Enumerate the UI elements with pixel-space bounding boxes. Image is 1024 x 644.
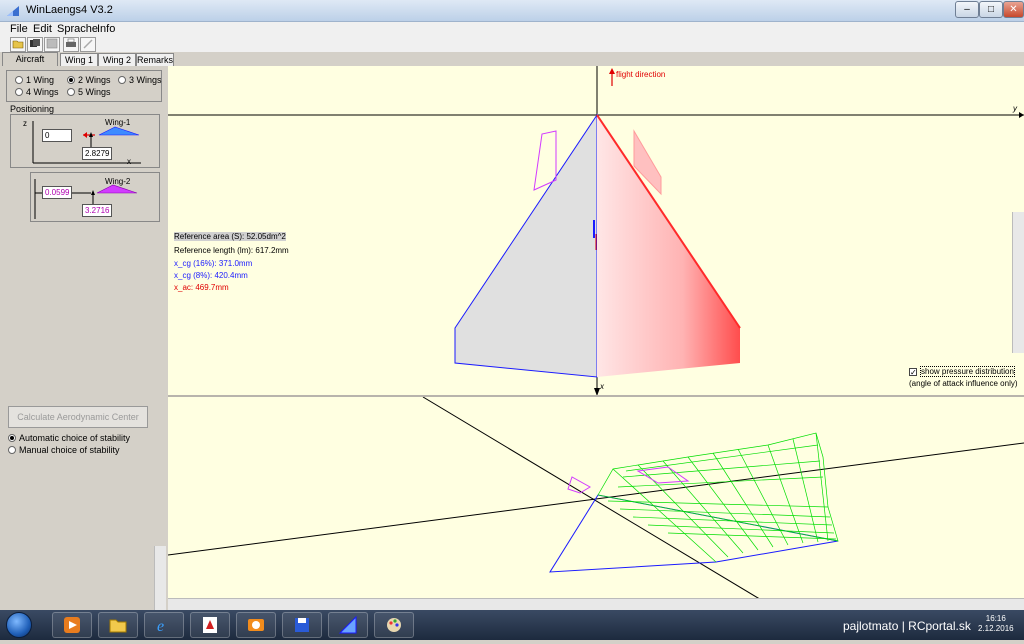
wing1-x-input[interactable]: 2.8279 — [82, 147, 112, 160]
minimize-button[interactable]: – — [955, 1, 979, 18]
save-icon[interactable] — [44, 37, 60, 52]
pressure-note: (angle of attack influence only) — [909, 379, 1018, 388]
radio-manual-stability[interactable]: Manual choice of stability — [8, 445, 120, 455]
pressure-distribution-right — [597, 115, 740, 377]
title-bar: WinLaengs4 V3.2 – □ ✕ — [0, 0, 1024, 22]
y-axis-label: y — [1013, 104, 1017, 113]
radio-circle — [8, 434, 16, 442]
flight-direction-label: flight direction — [616, 70, 666, 79]
wing2-x-input[interactable]: 3.2716 — [82, 204, 112, 217]
radio-5-wings[interactable]: 5 Wings — [67, 87, 111, 97]
x-cg-8-text: x_cg (8%): 420.4mm — [174, 271, 248, 280]
radio-circle — [8, 446, 16, 454]
perspective-view-canvas — [168, 397, 1024, 610]
radio-3-wings[interactable]: 3 Wings — [118, 75, 162, 85]
positioning-label: Positioning — [10, 104, 55, 114]
tab-aircraft[interactable]: Aircraft — [2, 52, 58, 67]
radio-automatic-stability[interactable]: Automatic choice of stability — [8, 433, 130, 443]
watermark-text: pajlotmato | RCportal.sk — [843, 619, 971, 633]
wing1-z-input[interactable]: 0 — [42, 129, 72, 142]
radio-circle — [67, 88, 75, 96]
tab-wing-2[interactable]: Wing 2 — [98, 53, 136, 66]
print-icon[interactable] — [63, 37, 79, 52]
wing2-left-outline — [533, 130, 557, 191]
open-folder-icon[interactable] — [10, 37, 26, 52]
menu-info[interactable]: Info — [97, 23, 115, 35]
radio-1-wing[interactable]: 1 Wing — [15, 75, 54, 85]
toolbar — [0, 36, 1024, 52]
winlaengs-icon[interactable] — [328, 612, 368, 638]
x-ac-text: x_ac: 469.7mm — [174, 283, 229, 292]
save-multi-icon[interactable] — [27, 37, 43, 52]
reference-length-text: Reference length (lm): 617.2mm — [174, 246, 289, 255]
radio-label: 1 Wing — [26, 75, 55, 85]
app-icon — [7, 6, 19, 16]
paint-icon[interactable] — [374, 612, 414, 638]
radio-circle — [118, 76, 126, 84]
menu-file[interactable]: File — [10, 23, 28, 35]
top-view-drawing — [168, 66, 1024, 396]
radio-4-wings[interactable]: 4 Wings — [15, 87, 59, 97]
wing1-position-diagram — [32, 121, 141, 164]
top-view-canvas: flight direction y x Reference area (S):… — [168, 66, 1024, 396]
checkbox-check-icon: ✓ — [909, 368, 917, 377]
clock-date: 2.12.2016 — [978, 624, 1014, 633]
radio-circle — [15, 88, 23, 96]
photo-icon[interactable] — [236, 612, 276, 638]
tab-bar: Aircraft Wing 1 Wing 2 Remarks — [0, 52, 175, 67]
window-title: WinLaengs4 V3.2 — [26, 4, 113, 16]
tab-remarks[interactable]: Remarks — [136, 53, 174, 66]
wing2-z-input[interactable]: 0.0599 — [42, 186, 72, 199]
radio-label: 3 Wings — [129, 75, 162, 85]
clock-time: 16:16 — [985, 614, 1006, 623]
start-button[interactable] — [6, 612, 32, 638]
radio-circle — [67, 76, 75, 84]
x-cg-16-text: x_cg (16%): 371.0mm — [174, 259, 253, 268]
perspective-wing-outline — [549, 494, 839, 573]
ie-icon[interactable]: e — [144, 612, 184, 638]
media-player-icon[interactable] — [52, 612, 92, 638]
radio-label: Automatic choice of stability — [19, 433, 131, 443]
maximize-button[interactable]: □ — [979, 1, 1003, 18]
top-view-scrollbar[interactable] — [1012, 212, 1024, 353]
left-panel-scrollbar[interactable] — [154, 546, 166, 610]
acrobat-icon[interactable] — [190, 612, 230, 638]
radio-2-wings[interactable]: 2 Wings — [67, 75, 111, 85]
menu-bar: File Edit Sprache Info — [0, 22, 1024, 36]
menu-sprache[interactable]: Sprache — [57, 23, 98, 35]
wing1-left-half — [454, 113, 598, 378]
perspective-drawing — [168, 397, 1024, 610]
svg-text:e: e — [157, 618, 164, 635]
tab-wing-1[interactable]: Wing 1 — [60, 53, 98, 66]
show-pressure-checkbox[interactable]: ✓ show pressure distribution — [909, 366, 1015, 377]
wing1-label: Wing-1 — [105, 118, 131, 127]
menu-edit[interactable]: Edit — [33, 23, 52, 35]
perspective-view-scrollbar[interactable] — [168, 598, 1024, 610]
wing2-label: Wing-2 — [105, 177, 131, 186]
axis-x-label: x — [127, 157, 131, 166]
radio-label: 5 Wings — [78, 87, 111, 97]
taskbar: e pajlotmato | RCportal.sk 16:16 2.12.20… — [0, 610, 1024, 640]
calculate-aerodynamic-center-button[interactable]: Calculate Aerodynamic Center — [8, 406, 148, 428]
radio-label: Manual choice of stability — [19, 445, 120, 455]
system-clock[interactable]: 16:16 2.12.2016 — [978, 614, 1014, 634]
floppy-icon[interactable] — [282, 612, 322, 638]
axis-z-label: z — [23, 119, 27, 128]
show-pressure-label: show pressure distribution — [920, 366, 1015, 377]
left-panel: 1 Wing 2 Wings 3 Wings 4 Wings 5 Wings P… — [0, 66, 168, 610]
radio-label: 4 Wings — [26, 87, 59, 97]
radio-circle — [15, 76, 23, 84]
reference-area-text: Reference area (S): 52.05dm^2 — [174, 232, 286, 241]
folder-icon[interactable] — [98, 612, 138, 638]
pen-icon[interactable] — [80, 37, 96, 52]
close-button[interactable]: ✕ — [1003, 1, 1024, 18]
pressure-mesh — [597, 432, 839, 563]
radio-label: 2 Wings — [78, 75, 111, 85]
x-axis-label: x — [600, 382, 604, 391]
